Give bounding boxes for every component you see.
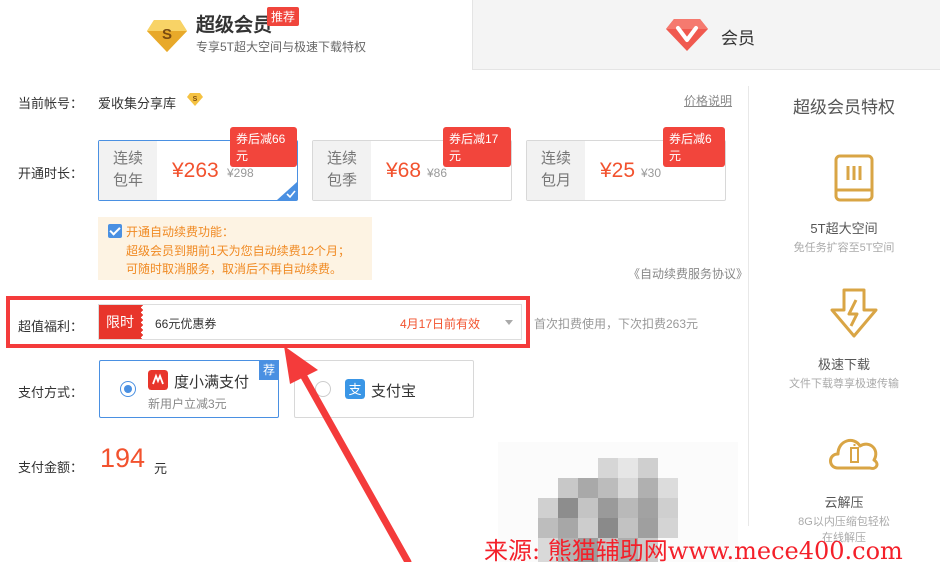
tab-member[interactable]: 会员 xyxy=(473,0,940,70)
limited-time-badge: 限时 xyxy=(99,305,141,339)
plan-name: 连续 包年 xyxy=(99,141,157,200)
divider xyxy=(748,86,749,526)
feature-name: 云解压 xyxy=(824,495,864,510)
feature-desc: 8G以内压缩包轻松 xyxy=(798,516,890,528)
auto-renew-checkbox[interactable] xyxy=(108,224,122,238)
auto-renew-title: 开通自动续费功能： xyxy=(126,225,235,239)
plan-name: 连续 包季 xyxy=(313,141,371,200)
plan-name-line1: 连续 xyxy=(326,150,357,167)
plan-quarterly[interactable]: 连续 包季 ¥68 ¥86 券后减17元 xyxy=(312,127,512,201)
plan-discount-tag: 券后减6元 xyxy=(663,127,725,167)
plan-name: 连续 包月 xyxy=(527,141,585,200)
v-gem-icon xyxy=(666,19,708,51)
download-icon xyxy=(830,288,878,338)
coupon-select[interactable]: 限时 66元优惠券 4月17日前有效 xyxy=(98,304,522,340)
ticket-edge xyxy=(141,305,146,339)
account-label: 当前帐号： xyxy=(18,96,84,111)
amount-unit: 元 xyxy=(154,461,168,476)
duxiaoman-icon xyxy=(148,370,168,390)
plan-original-price: ¥30 xyxy=(641,166,662,180)
price-explanation-link[interactable]: 价格说明 xyxy=(684,92,732,109)
plan-name-line2: 包季 xyxy=(326,172,357,189)
plan-original-price: ¥298 xyxy=(227,166,254,180)
tab-super-member[interactable]: S 超级会员 推荐 专享5T超大空间与极速下载特权 xyxy=(0,0,473,70)
s-gem-icon: S xyxy=(147,20,187,52)
auto-renew-desc2: 可随时取消服务，取消后不再自动续费。 xyxy=(126,262,343,276)
svg-text:S: S xyxy=(162,26,172,43)
chevron-down-icon xyxy=(505,320,513,325)
tab-super-title: 超级会员 xyxy=(196,15,273,36)
s-gem-small-icon: S xyxy=(187,93,203,106)
source-watermark: 来源: 熊猫辅助网www.mece400.com xyxy=(484,537,903,562)
auto-renew-box: 开通自动续费功能： 超级会员到期前1天为您自动续费12个月； 可随时取消服务，取… xyxy=(98,217,372,280)
svg-text:S: S xyxy=(193,96,198,103)
auto-renew-desc1: 超级会员到期前1天为您自动续费12个月； xyxy=(126,244,351,258)
plan-name-line1: 连续 xyxy=(112,150,143,167)
plan-original-price: ¥86 xyxy=(427,166,448,180)
duration-label: 开通时长： xyxy=(18,166,84,181)
plan-discount-tag: 券后减66元 xyxy=(230,127,297,167)
pay-duxiaoman[interactable]: 度小满支付 新用户立减3元 荐 xyxy=(99,360,279,418)
coupon-expiry: 4月17日前有效 xyxy=(400,317,481,331)
account-name: 爱收集分享库 xyxy=(98,96,177,111)
auto-renew-agreement-link[interactable]: 《自动续费服务协议》 xyxy=(628,265,748,282)
feature-name: 5T超大空间 xyxy=(810,221,878,236)
amount-label: 支付金额： xyxy=(18,460,84,475)
membership-tabs: S 超级会员 推荐 专享5T超大空间与极速下载特权 会员 xyxy=(0,0,940,70)
plan-monthly[interactable]: 连续 包月 ¥25 ¥30 券后减6元 xyxy=(526,127,726,201)
plan-yearly[interactable]: 连续 包年 ¥263 ¥298 券后减66元 xyxy=(98,127,298,201)
plan-name-line1: 连续 xyxy=(540,150,571,167)
pay-method-name: 度小满支付 xyxy=(174,374,250,391)
recommend-badge: 推荐 xyxy=(267,7,300,26)
tab-super-subtitle: 专享5T超大空间与极速下载特权 xyxy=(196,40,367,54)
plan-price: ¥263 xyxy=(172,159,219,182)
payment-label: 支付方式： xyxy=(18,385,84,400)
plan-name-line2: 包年 xyxy=(112,172,143,189)
coupon-note: 首次扣费使用，下次扣费263元 xyxy=(534,317,699,331)
plan-price: ¥68 xyxy=(386,159,422,182)
feature-desc: 免任务扩容至5T空间 xyxy=(793,242,895,254)
plan-name-line2: 包月 xyxy=(540,172,571,189)
plan-discount-tag: 券后减17元 xyxy=(443,127,511,167)
benefit-label: 超值福利： xyxy=(18,319,84,334)
selected-check-icon xyxy=(277,182,297,200)
pay-method-promo: 新用户立减3元 xyxy=(148,397,227,411)
feature-desc: 文件下载尊享极速传输 xyxy=(789,378,899,390)
plan-price: ¥25 xyxy=(600,159,636,182)
feature-name: 极速下载 xyxy=(817,357,870,372)
cloud-unzip-icon xyxy=(829,438,879,470)
radio-button[interactable] xyxy=(120,381,136,397)
amount-value: 194 xyxy=(100,443,146,473)
coupon-name: 66元优惠券 xyxy=(155,317,217,331)
privileges-title: 超级会员特权 xyxy=(793,98,895,117)
storage-icon xyxy=(834,154,874,202)
tab-member-title: 会员 xyxy=(721,29,755,48)
annotation-arrow xyxy=(284,346,412,562)
